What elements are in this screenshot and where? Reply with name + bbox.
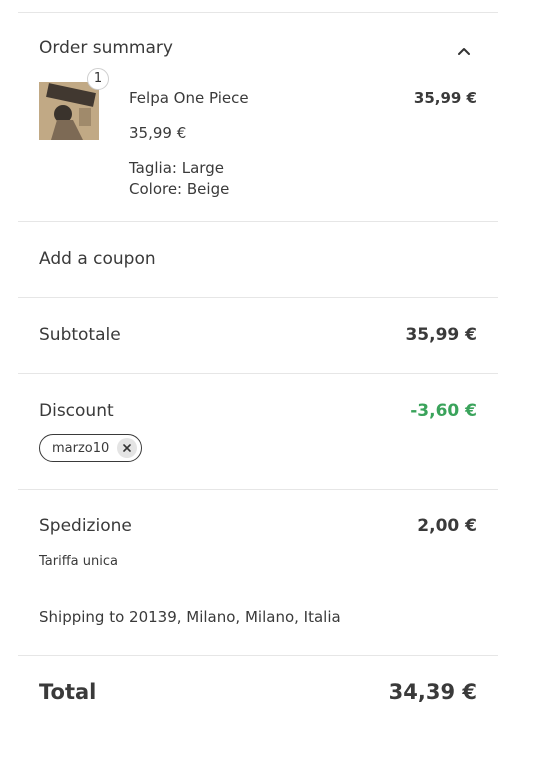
product-unit-price: 35,99 € [129,124,187,142]
total-label: Total [39,680,97,704]
coupon-code: marzo10 [52,440,110,456]
divider [18,655,498,656]
shipping-value: 2,00 € [417,516,477,536]
close-icon[interactable] [117,438,138,458]
total-value: 34,39 € [388,680,477,704]
order-summary-title: Order summary [39,38,173,58]
subtotal-value: 35,99 € [405,325,477,345]
divider [18,221,498,222]
add-coupon-button[interactable]: Add a coupon [39,249,156,269]
shipping-method: Tariffa unica [39,554,118,569]
divider [18,297,498,298]
discount-label: Discount [39,401,114,421]
chevron-up-icon[interactable] [454,41,474,61]
shipping-label: Spedizione [39,516,132,536]
discount-value: -3,60 € [410,401,477,421]
quantity-badge: 1 [87,68,109,90]
product-color: Colore: Beige [129,180,230,198]
product-name: Felpa One Piece [129,89,249,107]
coupon-chip: marzo10 [39,434,143,462]
subtotal-label: Subtotale [39,325,121,345]
product-thumbnail [39,82,99,140]
divider [18,373,498,374]
product-line-total: 35,99 € [413,89,477,107]
order-summary-panel: Order summary 1 Felpa One Piece 35,99 € … [18,0,498,767]
divider [18,12,498,13]
shipping-destination: Shipping to 20139, Milano, Milano, Itali… [39,608,341,626]
divider [18,489,498,490]
product-size: Taglia: Large [129,159,224,177]
